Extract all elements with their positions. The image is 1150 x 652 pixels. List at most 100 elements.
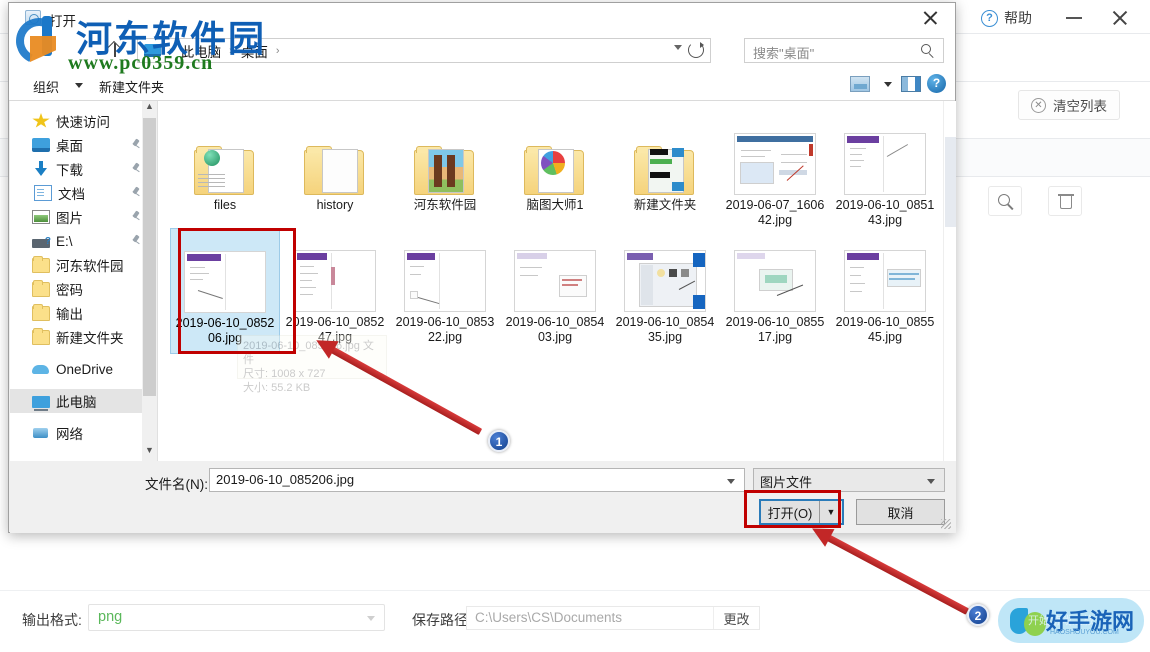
app-help-button[interactable]: ? 帮助	[981, 8, 1032, 28]
sidebar-item-hedong[interactable]: 河东软件园	[10, 253, 157, 277]
sidebar-item-label: 桌面	[56, 139, 83, 154]
image-thumbnail	[404, 250, 486, 312]
file-label: 2019-06-10_085143.jpg	[835, 198, 935, 227]
sidebar-item-onedrive[interactable]: OneDrive	[10, 357, 157, 381]
file-item[interactable]: history	[281, 109, 389, 213]
sidebar-item-label: 下载	[56, 163, 83, 178]
chevron-down-icon[interactable]	[674, 45, 682, 50]
preview-pane-icon[interactable]	[901, 76, 921, 92]
change-path-button[interactable]: 更改	[713, 607, 759, 629]
app-delete-button[interactable]	[1048, 186, 1082, 216]
file-item[interactable]: 2019-06-10_085322.jpg	[391, 228, 499, 345]
view-layout-icon[interactable]	[850, 76, 870, 92]
breadcrumb-desktop[interactable]: 桌面	[238, 41, 271, 61]
folder-icon	[524, 145, 586, 195]
chevron-down-icon[interactable]	[927, 479, 935, 484]
pc-icon	[32, 396, 50, 411]
organize-button[interactable]: 组织	[33, 77, 59, 96]
clear-list-button[interactable]: ✕ 清空列表	[1018, 90, 1120, 120]
address-bar[interactable]: › 此电脑 › 桌面 ›	[137, 38, 711, 63]
refresh-icon[interactable]	[688, 42, 704, 58]
file-label: 2019-06-07_160642.jpg	[725, 198, 825, 227]
save-path-field[interactable]: C:\Users\CS\Documents 更改	[466, 606, 760, 630]
file-item[interactable]: 2019-06-10_085435.jpg	[611, 228, 719, 345]
chevron-down-icon	[367, 616, 375, 621]
file-item[interactable]: 2019-06-10_085247.jpg	[281, 228, 389, 345]
file-thumbnail	[180, 109, 270, 195]
folder-icon	[32, 327, 50, 345]
dialog-search-input[interactable]: 搜索"桌面"	[744, 38, 944, 63]
annotation-badge-1: 1	[488, 430, 510, 452]
scrollbar-thumb[interactable]	[143, 118, 156, 396]
filename-input[interactable]: 2019-06-10_085206.jpg	[209, 468, 745, 492]
this-pc-icon	[144, 44, 161, 57]
file-label: files	[213, 198, 237, 212]
cancel-button-label: 取消	[887, 505, 914, 521]
trash-icon	[1058, 194, 1074, 209]
file-item[interactable]: 2019-06-10_085143.jpg	[831, 109, 939, 228]
sidebar-scrollbar[interactable]: ▲ ▼	[142, 101, 157, 461]
file-item[interactable]: 脑图大师1	[501, 109, 609, 213]
pin-icon	[131, 163, 141, 174]
dialog-close-button[interactable]	[915, 6, 945, 30]
file-item[interactable]: 2019-06-10_085517.jpg	[721, 228, 829, 345]
sidebar-item-pictures[interactable]: 图片	[10, 205, 157, 229]
sidebar-item-documents[interactable]: 文档	[10, 181, 157, 205]
sidebar-item-network[interactable]: 网络	[10, 421, 157, 445]
chevron-down-icon[interactable]	[884, 82, 892, 87]
file-thumbnail	[510, 109, 600, 195]
image-thumbnail	[624, 250, 706, 312]
file-item[interactable]: 2019-06-10_085403.jpg	[501, 228, 609, 345]
filename-value: 2019-06-10_085206.jpg	[216, 472, 355, 487]
filetype-select[interactable]: 图片文件	[753, 468, 945, 492]
file-item[interactable]: files	[171, 109, 279, 213]
app-help-label: 帮助	[1004, 10, 1032, 26]
sidebar-item-output[interactable]: 输出	[10, 301, 157, 325]
sidebar-item-new-folder[interactable]: 新建文件夹	[10, 325, 157, 349]
file-label: 2019-06-10_085322.jpg	[395, 315, 495, 344]
new-folder-button[interactable]: 新建文件夹	[99, 77, 164, 96]
sidebar-item-label: 河东软件园	[56, 259, 124, 274]
up-arrow-icon[interactable]	[104, 39, 126, 61]
drive-icon	[32, 236, 51, 248]
file-thumbnail	[290, 228, 380, 312]
help-icon[interactable]: ?	[927, 74, 946, 93]
app-search-button[interactable]	[988, 186, 1022, 216]
dialog-title: 打开	[49, 14, 76, 29]
scrollbar-thumb[interactable]	[945, 137, 956, 227]
sidebar-item-password[interactable]: 密码	[10, 277, 157, 301]
app-close-button[interactable]	[1108, 6, 1132, 30]
chevron-down-icon[interactable]	[727, 479, 735, 484]
search-icon	[998, 194, 1010, 206]
chevron-down-icon[interactable]	[75, 83, 83, 88]
sidebar-item-this-pc[interactable]: 此电脑	[10, 389, 157, 413]
sidebar-item-desktop[interactable]: 桌面	[10, 133, 157, 157]
file-item[interactable]: 2019-06-10_085545.jpg	[831, 228, 939, 345]
file-item[interactable]: 2019-06-07_160642.jpg	[721, 109, 829, 228]
image-thumbnail	[734, 133, 816, 195]
dialog-nav-row: › 此电脑 › 桌面 › 搜索"桌面"	[9, 33, 955, 69]
cancel-button[interactable]: 取消	[856, 499, 945, 525]
dialog-titlebar: 打开	[9, 3, 955, 33]
sidebar-item-downloads[interactable]: 下载	[10, 157, 157, 181]
sidebar-item-quick-access[interactable]: 快速访问	[10, 109, 157, 133]
image-thumbnail	[294, 250, 376, 312]
screenshot-root: ? 帮助 ✕ 清空列表 输出格式: png 保存路径: C:\Users\CS\…	[0, 0, 1150, 652]
file-label: history	[316, 198, 354, 212]
app-minimize-button[interactable]	[1060, 8, 1088, 26]
resize-grip[interactable]	[941, 519, 951, 529]
scroll-down-icon[interactable]: ▼	[142, 445, 157, 461]
file-item[interactable]: 新建文件夹	[611, 109, 719, 213]
file-item[interactable]: 河东软件园	[391, 109, 499, 213]
sidebar-item-drive-e[interactable]: E:\	[10, 229, 157, 253]
breadcrumb-this-pc[interactable]: 此电脑	[178, 41, 225, 61]
output-format-label: 输出格式:	[22, 612, 82, 628]
file-area-scrollbar[interactable]	[943, 101, 956, 461]
output-format-select[interactable]: png	[88, 604, 385, 631]
search-icon	[921, 44, 931, 54]
sidebar-item-label: 新建文件夹	[56, 331, 124, 346]
search-placeholder: 搜索"桌面"	[753, 46, 815, 61]
scroll-up-icon[interactable]: ▲	[142, 101, 157, 117]
cloud-icon	[32, 361, 50, 377]
file-label: 河东软件园	[413, 198, 477, 212]
